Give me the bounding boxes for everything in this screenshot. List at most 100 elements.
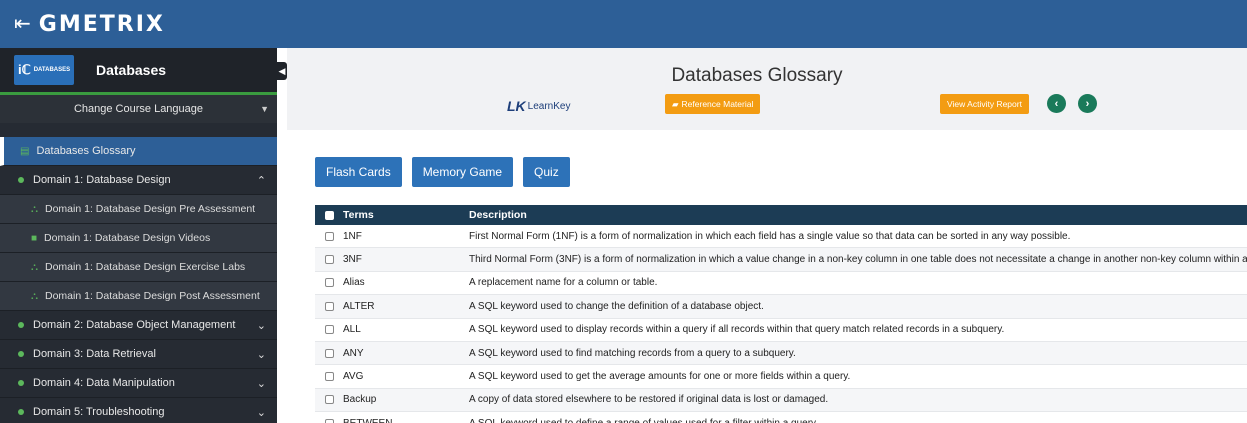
row-checkbox[interactable] <box>324 395 334 405</box>
row-checkbox[interactable] <box>324 418 334 423</box>
lab-icon: ⛬ <box>31 261 38 273</box>
term-cell: 3NF <box>343 254 362 266</box>
sidebar-item[interactable]: Domain 2: Database Object Management ⌄ <box>0 311 277 340</box>
sidebar-item-label: Domain 1: Database Design Post Assessmen… <box>45 290 260 302</box>
page-header: Databases Glossary LK LearnKey ▰ Referenc… <box>287 48 1247 126</box>
sidebar-item-label: Domain 1: Database Design Videos <box>44 232 211 244</box>
assessment-icon: ⛬ <box>31 203 38 215</box>
glossary-table: Terms Description 1NF First Normal Form (… <box>315 205 1247 423</box>
gmetrix-logo: GMETRIX <box>38 11 165 37</box>
status-dot-icon <box>18 322 24 328</box>
term-cell: ALTER <box>343 300 375 312</box>
glossary-panel: Flash Cards Memory Game Quiz Terms Descr… <box>287 130 1247 423</box>
table-row[interactable]: BETWEENA SQL keyword used to define a ra… <box>315 412 1247 423</box>
description-cell: Third Normal Form (3NF) is a form of nor… <box>469 254 1247 266</box>
term-cell: AVG <box>343 371 364 383</box>
reference-material-button[interactable]: ▰ Reference Material <box>665 94 761 114</box>
description-cell: A SQL keyword used to get the average am… <box>469 371 851 383</box>
term-cell: Alias <box>343 277 365 289</box>
main-content: Flash Cards Memory Game Quiz Terms Descr… <box>287 126 1247 423</box>
term-cell: ANY <box>343 347 364 359</box>
view-activity-report-button[interactable]: View Activity Report <box>940 94 1029 114</box>
book-icon: ▤ <box>20 145 30 157</box>
row-checkbox[interactable] <box>324 348 334 358</box>
sidebar-item-label: Domain 3: Data Retrieval <box>33 348 156 360</box>
description-cell: A copy of data stored elsewhere to be re… <box>469 394 829 406</box>
course-header: iℂ DATABASES Databases <box>0 48 277 95</box>
chevron-down-icon[interactable]: ⌄ <box>257 348 266 361</box>
row-checkbox[interactable] <box>324 325 334 335</box>
sidebar-item-label: Domain 1: Database Design Exercise Labs <box>45 261 246 273</box>
flash-cards-button[interactable]: Flash Cards <box>315 157 402 187</box>
chevron-up-icon[interactable]: ⌃ <box>257 174 266 187</box>
glossary-tabs: Flash Cards Memory Game Quiz <box>315 157 570 187</box>
sidebar-item[interactable]: ▤ Databases Glossary <box>0 137 277 166</box>
page-title: Databases Glossary <box>671 65 843 86</box>
course-title: Databases <box>96 62 167 78</box>
chevron-left-icon[interactable]: ‹ <box>1047 94 1066 113</box>
row-checkbox[interactable] <box>324 255 334 265</box>
quiz-button[interactable]: Quiz <box>523 157 570 187</box>
table-row[interactable]: 1NF First Normal Form (1NF) is a form of … <box>315 225 1247 249</box>
folder-icon: ▰ <box>672 98 679 109</box>
row-checkbox[interactable] <box>324 278 334 288</box>
table-row[interactable]: Alias A replacement name for a column or … <box>315 272 1247 296</box>
select-all-checkbox[interactable] <box>324 210 334 220</box>
chevron-down-icon[interactable]: ⌄ <box>257 319 266 332</box>
status-dot-icon <box>18 351 24 357</box>
description-cell: A SQL keyword used to display records wi… <box>469 324 1005 336</box>
memory-game-button[interactable]: Memory Game <box>411 157 514 187</box>
status-dot-icon <box>18 177 24 183</box>
description-header: Description <box>469 209 527 221</box>
sidebar-item-label: Domain 2: Database Object Management <box>33 319 236 331</box>
term-cell: ALL <box>343 324 361 336</box>
chevron-right-icon[interactable]: › <box>1078 94 1097 113</box>
sidebar-item[interactable]: ⛬ Domain 1: Database Design Exercise Labs <box>0 253 277 282</box>
sidebar-item-label: Domain 5: Troubleshooting <box>33 406 165 418</box>
table-row[interactable]: ANY A SQL keyword used to find matching r… <box>315 341 1247 366</box>
table-row[interactable]: Backup A copy of data stored elsewhere to… <box>315 388 1247 413</box>
table-header: Terms Description <box>315 205 1247 225</box>
sidebar-item-label: Domain 1: Database Design <box>33 174 171 186</box>
status-dot-icon <box>18 380 24 386</box>
table-row[interactable]: ALTER A SQL keyword used to change the de… <box>315 295 1247 319</box>
row-checkbox[interactable] <box>324 301 334 311</box>
description-cell: A replacement name for a column or table… <box>469 277 658 289</box>
chevron-down-icon[interactable]: ⌄ <box>257 377 266 390</box>
course-logo: iℂ DATABASES <box>14 55 74 85</box>
sidebar: iℂ DATABASES Databases Change Course Lang… <box>0 48 277 423</box>
row-checkbox[interactable] <box>324 372 334 382</box>
description-cell: First Normal Form (1NF) is a form of nor… <box>469 230 1071 242</box>
caret-down-icon: ▼ <box>260 104 269 114</box>
sidebar-item[interactable]: ⛬ Domain 1: Database Design Post Assessme… <box>0 282 277 311</box>
learnkey-logo: LK LearnKey <box>507 98 571 114</box>
sidebar-collapse-button[interactable]: ◀ <box>277 62 287 80</box>
sidebar-item[interactable]: Domain 3: Data Retrieval ⌄ <box>0 340 277 369</box>
sidebar-item-label: Databases Glossary <box>36 145 136 157</box>
term-cell: Backup <box>343 394 377 406</box>
top-bar: ⇤ GMETRIX <box>0 0 1247 48</box>
sidebar-nav: ▤ Databases Glossary Domain 1: Database De… <box>0 137 277 423</box>
sidebar-item[interactable]: Domain 1: Database Design ⌃ <box>0 166 277 195</box>
sidebar-item[interactable]: ■ Domain 1: Database Design Videos <box>0 224 277 253</box>
language-label: Change Course Language <box>73 103 204 115</box>
assessment-icon: ⛬ <box>31 290 38 302</box>
chevron-down-icon[interactable]: ⌄ <box>257 406 266 419</box>
description-cell: A SQL keyword used to change the definit… <box>469 300 764 312</box>
table-row[interactable]: ALL A SQL keyword used to display records… <box>315 319 1247 342</box>
terms-header: Terms <box>343 209 374 221</box>
description-cell: A SQL keyword used to find matching reco… <box>469 347 796 359</box>
sidebar-item[interactable]: Domain 4: Data Manipulation ⌄ <box>0 369 277 398</box>
term-cell: BETWEEN <box>343 418 469 423</box>
table-row[interactable]: AVG A SQL keyword used to get the average… <box>315 365 1247 389</box>
status-dot-icon <box>18 409 24 415</box>
sidebar-item-label: Domain 1: Database Design Pre Assessment <box>45 203 256 215</box>
sidebar-item-label: Domain 4: Data Manipulation <box>33 377 175 389</box>
table-row[interactable]: 3NF Third Normal Form (3NF) is a form of … <box>315 248 1247 272</box>
description-cell: A SQL keyword used to define a range of … <box>469 418 1247 423</box>
change-language-dropdown[interactable]: Change Course Language ▼ <box>0 95 277 123</box>
sidebar-item[interactable]: ⛬ Domain 1: Database Design Pre Assessmen… <box>0 195 277 224</box>
sign-out-icon[interactable]: ⇤ <box>14 14 31 34</box>
row-checkbox[interactable] <box>324 231 334 241</box>
sidebar-item[interactable]: Domain 5: Troubleshooting ⌄ <box>0 398 277 423</box>
